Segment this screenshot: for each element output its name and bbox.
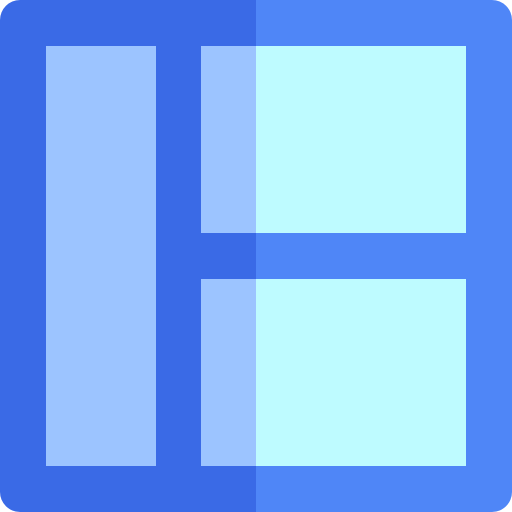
- layout-grid-icon: [0, 0, 512, 512]
- left-column-panel: [46, 46, 156, 466]
- top-panel-right-slice: [256, 46, 466, 233]
- top-panel-left-slice: [201, 46, 256, 233]
- layout-icon-container: [0, 0, 512, 512]
- bottom-panel-right-slice: [256, 279, 466, 466]
- bottom-panel-left-slice: [201, 279, 256, 466]
